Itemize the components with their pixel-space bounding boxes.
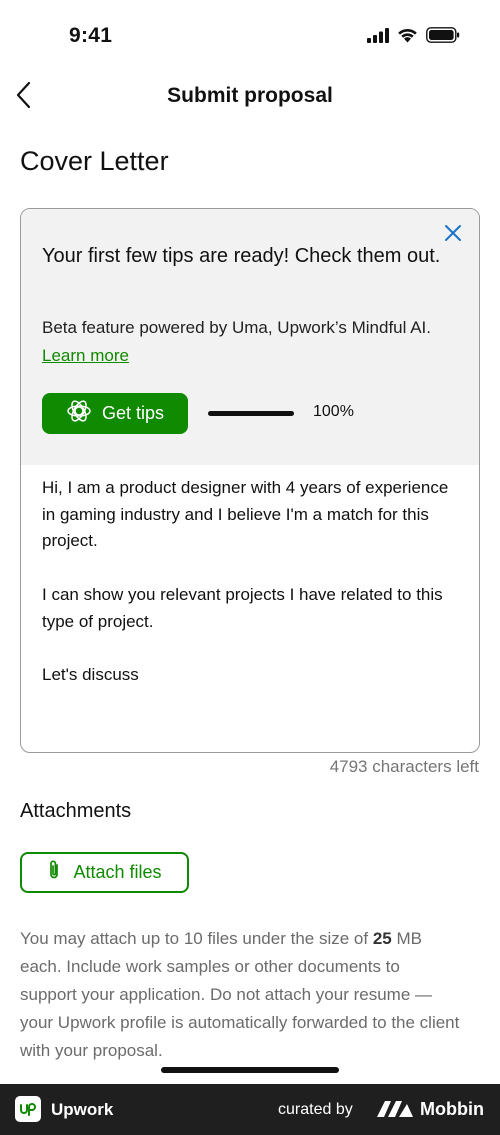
tips-progress-label: 100% [313,403,354,420]
status-bar: 9:41 [0,0,500,72]
page-title: Submit proposal [167,84,333,107]
footer-curated-by: curated by [278,1101,353,1118]
tips-progress-fill [208,411,294,416]
attachments-title: Attachments [20,800,132,822]
wifi-icon [397,28,418,48]
close-icon [444,224,462,247]
status-icons [367,27,460,48]
cover-letter-text[interactable]: Hi, I am a product designer with 4 years… [42,475,457,689]
attachments-info-after: MB each. Include work samples or other d… [20,929,460,1060]
battery-icon [426,27,460,48]
characters-left-counter: 4793 characters left [329,757,479,776]
home-indicator [161,1067,339,1073]
get-tips-label: Get tips [101,403,165,423]
attach-files-button[interactable]: Attach files [20,852,189,893]
cover-letter-box[interactable]: Your first few tips are ready! Check the… [20,208,480,753]
tips-progress-bar [208,411,294,416]
attachments-size-limit: 25 [372,929,392,948]
upwork-logo-icon [15,1096,41,1122]
tips-description-text: Beta feature powered by Uma, Upwork’s Mi… [42,318,431,337]
attachments-info: You may attach up to 10 files under the … [20,925,460,1065]
status-time: 9:41 [69,24,113,47]
attachments-info-before: You may attach up to 10 files under the … [20,929,373,948]
signal-icon [367,27,389,48]
learn-more-link[interactable]: Learn more [42,346,129,365]
ai-sparkle-icon [66,398,92,429]
tips-heading: Your first few tips are ready! Check the… [42,245,441,267]
paperclip-icon [47,859,61,886]
tips-description: Beta feature powered by Uma, Upwork’s Mi… [42,314,442,370]
footer-brand: Upwork [51,1100,114,1119]
cover-letter-title: Cover Letter [20,146,169,176]
close-tips-button[interactable] [441,223,465,247]
mobbin-logo-icon [376,1100,414,1123]
attach-files-label: Attach files [73,862,162,882]
get-tips-button[interactable]: Get tips [42,393,188,434]
footer-mobbin: Mobbin [420,1099,484,1119]
footer-bar: Upwork curated by Mobbin [0,1084,500,1135]
nav-bar: Submit proposal [0,72,500,122]
tips-panel: Your first few tips are ready! Check the… [21,209,479,465]
